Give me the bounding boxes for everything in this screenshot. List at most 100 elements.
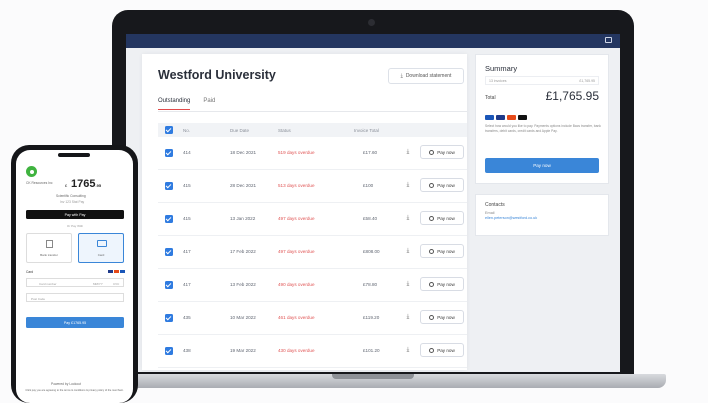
table-row: 415 28 Dec 2021 513 days overdue £100 ⤓ Pay n…	[158, 170, 467, 203]
powered-by: Powered by Lockout	[51, 382, 81, 386]
download-invoice-icon[interactable]: ⤓	[403, 278, 413, 290]
download-invoice-icon[interactable]: ⤓	[403, 212, 413, 224]
pay-now-button[interactable]: Pay now	[420, 178, 464, 192]
payment-amount: 1765.95	[71, 178, 102, 190]
card-number-field[interactable]: Card number	[39, 282, 57, 286]
visa-icon	[496, 115, 505, 120]
apple-pay-icon	[518, 115, 527, 120]
payment-logos	[485, 115, 527, 120]
row-checkbox[interactable]	[165, 347, 173, 355]
download-invoice-icon[interactable]: ⤓	[403, 245, 413, 257]
menu-icon[interactable]	[605, 37, 612, 43]
card-brand-logos	[108, 270, 125, 273]
bank-transfer-option[interactable]: Bank transfer	[26, 233, 72, 263]
table-row: 417 17 Feb 2022 497 days overdue £808.00 ⤓ Pa…	[158, 236, 467, 269]
total-value: £1,765.95	[545, 89, 599, 103]
laptop-notch	[332, 374, 414, 379]
phone-speaker	[58, 153, 90, 157]
table-header: No. Due Date Status Invoice Total	[158, 123, 467, 137]
clock-icon	[429, 215, 435, 221]
invoice-ref: Inv 123 Stat Pay	[60, 200, 85, 204]
invoice-no: 417	[183, 249, 191, 254]
contact-email-link[interactable]: ellen.peterson@westford.co.uk	[485, 216, 537, 220]
bank-icon	[46, 240, 53, 248]
row-checkbox[interactable]	[165, 281, 173, 289]
card-section-label: Card	[26, 270, 34, 274]
card-option[interactable]: Card	[78, 233, 124, 263]
clock-icon	[429, 248, 435, 254]
status-badge: 497 days overdue	[278, 249, 315, 254]
col-due-date: Due Date	[230, 127, 250, 133]
phone-screen: CK Resources Inc £ 1765.95 Scientific Co…	[16, 150, 133, 403]
pay-now-button[interactable]: Pay now	[420, 244, 464, 258]
pay-now-button[interactable]: Pay now	[420, 310, 464, 324]
status-badge: 497 days overdue	[278, 216, 315, 221]
company-name: CK Resources Inc	[26, 181, 53, 185]
bank-icon	[485, 115, 494, 120]
expiry-field[interactable]: MM/YY	[93, 282, 103, 286]
invoice-total: £78.80	[363, 282, 378, 287]
download-invoice-icon[interactable]: ⤓	[403, 179, 413, 191]
download-invoice-icon[interactable]: ⤓	[403, 311, 413, 323]
row-checkbox[interactable]	[165, 248, 173, 256]
tab-divider	[158, 111, 467, 112]
invoice-total: £58.40	[363, 216, 378, 221]
clock-icon	[429, 314, 435, 320]
table-row: 435 10 Mar 2022 461 days overdue £119.20 ⤓ Pa…	[158, 302, 467, 335]
row-checkbox[interactable]	[165, 149, 173, 157]
tab-paid[interactable]: Paid	[203, 98, 215, 110]
table-row: 415 13 Jan 2022 497 days overdue £58.40 ⤓ Pay…	[158, 203, 467, 236]
pay-now-button[interactable]: Pay now	[420, 343, 464, 357]
row-checkbox[interactable]	[165, 314, 173, 322]
clock-icon	[429, 281, 435, 287]
row-checkbox[interactable]	[165, 215, 173, 223]
tab-outstanding[interactable]: Outstanding	[158, 98, 191, 110]
clock-icon	[429, 347, 435, 353]
phone-pay-button[interactable]: Pay £1765.95	[26, 317, 124, 328]
summary-line: 13 invoices £1,765.95	[485, 76, 599, 85]
download-invoice-icon[interactable]: ⤓	[403, 344, 413, 356]
cvc-field[interactable]: CVC	[113, 282, 119, 286]
invoice-no: 415	[183, 216, 191, 221]
laptop-screen: Westford University ⤓ Download statement…	[126, 34, 620, 372]
table-row: 417 13 Feb 2022 490 days overdue £78.80 ⤓ Pay…	[158, 269, 467, 302]
phone: CK Resources Inc £ 1765.95 Scientific Co…	[11, 145, 138, 403]
invoice-no: 435	[183, 315, 191, 320]
or-divider: Or Pay With	[66, 224, 84, 228]
pay-now-button[interactable]: Pay now	[420, 145, 464, 159]
row-checkbox[interactable]	[165, 182, 173, 190]
laptop: Westford University ⤓ Download statement…	[112, 10, 634, 380]
select-all-checkbox[interactable]	[165, 126, 173, 134]
due-date: 18 Dec 2021	[230, 150, 257, 155]
mastercard-icon	[507, 115, 516, 120]
status-badge: 490 days overdue	[278, 282, 315, 287]
invoice-no: 415	[183, 183, 191, 188]
total-label: Total	[485, 95, 496, 101]
download-invoice-icon[interactable]: ⤓	[403, 146, 413, 158]
invoice-total: £100	[363, 183, 374, 188]
pay-now-button[interactable]: Pay now	[420, 277, 464, 291]
card-details-row: Card number MM/YY CVC	[26, 278, 124, 287]
col-status: Status	[278, 127, 291, 133]
status-badge: 513 days overdue	[278, 183, 315, 188]
statement-panel: Westford University ⤓ Download statement…	[142, 54, 467, 370]
pay-now-button[interactable]: Pay now	[420, 211, 464, 225]
company-logo-icon	[26, 166, 37, 177]
download-icon: ⤓	[400, 73, 403, 79]
postcode-field[interactable]: Post Code	[26, 293, 124, 302]
summary-pay-now-button[interactable]: Pay now	[485, 158, 599, 173]
due-date: 10 Mar 2022	[230, 315, 256, 320]
invoice-no: 438	[183, 348, 191, 353]
table-row: 414 18 Dec 2021 519 days overdue £17.60 ⤓ Pay…	[158, 137, 467, 170]
summary-line-label: 13 invoices	[489, 79, 507, 83]
invoice-total: £119.20	[363, 315, 380, 320]
contacts-title: Contacts	[485, 202, 505, 208]
merchant-name: Scientific Consulting	[56, 194, 86, 198]
mastercard-icon	[114, 270, 119, 273]
invoice-total: £808.00	[363, 249, 380, 254]
summary-panel: Summary 13 invoices £1,765.95 Total £1,7…	[475, 54, 609, 184]
apple-pay-button[interactable]: Pay with Pay	[26, 210, 124, 219]
summary-title: Summary	[485, 64, 518, 73]
download-statement-button[interactable]: ⤓ Download statement	[388, 68, 464, 84]
invoice-total: £17.60	[363, 150, 378, 155]
